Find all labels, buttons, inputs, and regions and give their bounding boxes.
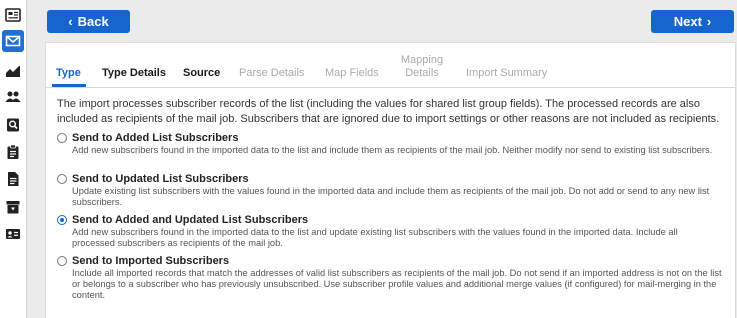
option-title: Send to Added List Subscribers [72,132,239,144]
option-updated[interactable]: Send to Updated List Subscribers Update … [57,173,727,209]
option-description: Add new subscribers found in the importe… [72,227,678,248]
contact-card-icon[interactable] [2,223,24,245]
back-button[interactable]: ‹ Back [47,10,130,33]
tab-source[interactable]: Source [183,67,220,80]
archive-icon[interactable] [2,196,24,218]
option-description: Include all imported records that match … [72,268,722,300]
radio-updated[interactable] [57,174,67,184]
envelope-icon[interactable] [2,30,24,52]
chevron-right-icon: › [706,14,712,29]
import-panel: Type Type Details Source Parse Details M… [45,42,736,318]
tab-map-fields: Map Fields [325,67,379,79]
option-title: Send to Added and Updated List Subscribe… [72,214,309,226]
chevron-left-icon: ‹ [68,14,73,29]
option-added-updated[interactable]: Send to Added and Updated List Subscribe… [57,214,727,250]
sidebar [0,0,27,318]
tab-type[interactable]: Type [56,67,81,80]
tab-mapping-details: Mapping Details [400,54,444,79]
option-title: Send to Updated List Subscribers [72,173,249,185]
main-content: ‹ Back Next › Type Type Details Source P… [28,0,737,318]
newspaper-icon[interactable] [2,4,24,26]
radio-added-updated[interactable] [57,215,67,225]
radio-added[interactable] [57,133,67,143]
next-button[interactable]: Next › [651,10,734,33]
option-description: Update existing list subscribers with th… [72,186,710,207]
tab-import-summary: Import Summary [466,67,548,79]
chart-icon[interactable] [2,60,24,82]
tab-parse-details: Parse Details [239,67,305,79]
back-button-label: Back [77,14,109,29]
clipboard-icon[interactable] [2,141,24,163]
active-tab-indicator [52,84,86,87]
option-description: Add new subscribers found in the importe… [72,145,713,155]
option-added[interactable]: Send to Added List Subscribers Add new s… [57,132,727,168]
people-icon[interactable] [2,86,24,108]
search-doc-icon[interactable] [2,114,24,136]
option-imported[interactable]: Send to Imported Subscribers Include all… [57,255,727,305]
document-icon[interactable] [2,168,24,190]
option-title: Send to Imported Subscribers [72,255,230,267]
tab-type-details[interactable]: Type Details [102,67,166,80]
radio-imported[interactable] [57,256,67,266]
next-button-label: Next [673,14,702,29]
intro-text: The import processes subscriber records … [57,98,720,125]
wizard-tabs: Type Type Details Source Parse Details M… [46,43,735,88]
